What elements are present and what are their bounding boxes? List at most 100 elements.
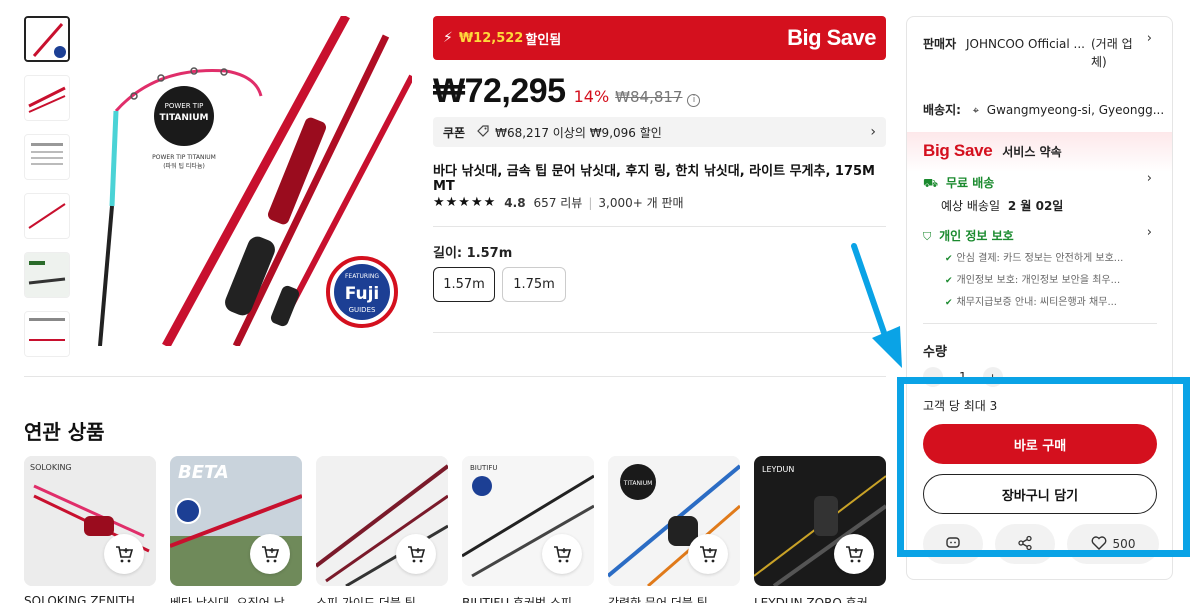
eta-row: 예상 배송일 2 월 02일 bbox=[941, 197, 1063, 214]
big-save-promise-text: 서비스 약속 bbox=[1002, 145, 1062, 159]
promo-saved-amount: ₩12,522 bbox=[458, 30, 524, 46]
original-price: ₩84,817 bbox=[615, 88, 683, 106]
thumbnail-4[interactable] bbox=[24, 193, 70, 239]
coupon-text: ₩68,217 이상의 ₩9,096 할인 bbox=[495, 125, 662, 140]
privacy-row[interactable]: ⛉ 개인 정보 보호 bbox=[923, 227, 1014, 244]
related-product-label[interactable]: 베타 낚싯대, 오징어 낚... bbox=[170, 594, 302, 603]
check-icon: ✔ bbox=[945, 298, 953, 308]
check-icon: ✔ bbox=[945, 276, 953, 286]
tag-icon bbox=[477, 124, 489, 140]
coupon-row[interactable]: 쿠폰 ₩68,217 이상의 ₩9,096 할인 › bbox=[433, 117, 886, 147]
big-save-banner: ⚡ ₩12,522 할인됨 Big Save bbox=[433, 16, 886, 60]
thumbnail-3[interactable] bbox=[24, 134, 70, 180]
related-product-label[interactable]: 강력한 문어 더블 팁 ... bbox=[608, 594, 740, 603]
annotation-arrow bbox=[851, 243, 902, 368]
privacy-item: ✔ 개인정보 보호: 개인정보 보안을 최우... bbox=[945, 275, 1121, 286]
length-option-label: 길이: 1.57m bbox=[433, 246, 513, 261]
related-product-label[interactable]: 스피 가이드 더블 팁 ... bbox=[316, 594, 448, 603]
location-pin-icon: ⌖ bbox=[972, 104, 979, 117]
free-shipping-label: 무료 배송 bbox=[945, 176, 995, 190]
divider bbox=[433, 226, 886, 227]
chevron-right-icon[interactable]: › bbox=[1147, 225, 1152, 240]
sold-count: 3,000+ 개 판매 bbox=[598, 196, 684, 210]
privacy-item: ✔ 안심 결제: 카드 정보는 안전하게 보호... bbox=[945, 253, 1124, 264]
thumbnail-list bbox=[24, 16, 71, 370]
chevron-right-icon: › bbox=[870, 124, 876, 140]
rating-value: 4.8 bbox=[504, 195, 526, 210]
current-price: ₩72,295 bbox=[433, 72, 566, 110]
svg-text:BIUTIFU: BIUTIFU bbox=[470, 464, 497, 472]
rating-row[interactable]: ★★★★★ 4.8 657 리뷰 | 3,000+ 개 판매 bbox=[433, 194, 684, 211]
free-shipping-row[interactable]: ⛟ 무료 배송 bbox=[923, 174, 994, 192]
divider bbox=[923, 323, 1157, 324]
promo-saved-text: 할인됨 bbox=[525, 32, 562, 48]
related-product-card[interactable]: BIUTIFU bbox=[462, 456, 594, 586]
svg-text:POWER TIP TITANIUM: POWER TIP TITANIUM bbox=[152, 154, 216, 161]
svg-text:LEYDUN: LEYDUN bbox=[762, 465, 794, 474]
chevron-right-icon[interactable]: › bbox=[1147, 171, 1152, 186]
check-icon: ✔ bbox=[945, 254, 953, 264]
coupon-label: 쿠폰 bbox=[443, 125, 466, 140]
thumbnail-2[interactable] bbox=[24, 75, 70, 121]
related-product-card[interactable]: TITANIUM bbox=[608, 456, 740, 586]
svg-text:BETA: BETA bbox=[178, 462, 229, 483]
related-product-label[interactable]: BIUTIFU 후커법 스피... bbox=[462, 594, 594, 603]
related-products-title: 연관 상품 bbox=[24, 420, 105, 444]
ship-label: 배송지: bbox=[923, 103, 961, 117]
shield-icon: ⛉ bbox=[923, 230, 932, 243]
privacy-label: 개인 정보 보호 bbox=[939, 229, 1014, 243]
big-save-logo: Big Save bbox=[787, 25, 876, 50]
thumbnail-5[interactable] bbox=[24, 252, 70, 298]
thumbnail-1[interactable] bbox=[24, 16, 70, 62]
price-row: ₩72,295 14% ₩84,817 i bbox=[433, 72, 701, 112]
add-to-cart-icon[interactable] bbox=[396, 534, 436, 574]
ship-location: Gwangmyeong-si, Gyeongg... bbox=[986, 103, 1165, 117]
separator: | bbox=[588, 195, 593, 210]
seller-name[interactable]: JOHNCOO Official ... bbox=[966, 37, 1085, 51]
svg-text:(파워 팁 티타늄): (파워 팁 티타늄) bbox=[163, 162, 205, 170]
related-product-label[interactable]: LEYDUN ZORO 후커... bbox=[754, 594, 886, 603]
related-product-card[interactable]: SOLOKING bbox=[24, 456, 156, 586]
seller-label: 판매자 bbox=[923, 37, 957, 51]
privacy-item: ✔ 채무지급보증 안내: 씨티은행과 채무... bbox=[945, 297, 1117, 308]
svg-text:TITANIUM: TITANIUM bbox=[623, 480, 653, 487]
add-to-cart-icon[interactable] bbox=[542, 534, 582, 574]
svg-text:GUIDES: GUIDES bbox=[349, 306, 376, 314]
review-count[interactable]: 657 리뷰 bbox=[534, 194, 583, 211]
thumbnail-6[interactable] bbox=[24, 311, 70, 357]
divider bbox=[433, 332, 886, 333]
star-rating-icon: ★★★★★ bbox=[433, 195, 497, 210]
product-title: 바다 낚싯대, 금속 팁 문어 낚싯대, 후지 링, 한치 낚싯대, 라이트 무… bbox=[433, 164, 875, 194]
eta-prefix: 예상 배송일 bbox=[941, 199, 1001, 213]
lightning-icon: ⚡ bbox=[443, 30, 453, 46]
info-icon[interactable]: i bbox=[687, 94, 701, 107]
chevron-right-icon[interactable]: › bbox=[1147, 31, 1152, 46]
discount-percent: 14% bbox=[573, 87, 610, 106]
svg-text:POWER TIP: POWER TIP bbox=[165, 102, 204, 110]
related-product-card[interactable]: LEYDUN bbox=[754, 456, 886, 586]
main-product-image[interactable]: BETA POWER TIP TITANIUM POWER TIP TITANI… bbox=[86, 16, 412, 346]
add-to-cart-icon[interactable] bbox=[834, 534, 874, 574]
svg-text:FEATURING: FEATURING bbox=[345, 273, 379, 280]
quantity-label: 수량 bbox=[923, 345, 947, 360]
option-1-75m[interactable]: 1.75m bbox=[502, 267, 566, 302]
svg-text:SOLOKING: SOLOKING bbox=[30, 463, 72, 472]
add-to-cart-icon[interactable] bbox=[250, 534, 290, 574]
related-product-card[interactable]: BETA bbox=[170, 456, 302, 586]
annotation-highlight-box bbox=[897, 377, 1190, 557]
seller-type: (거래 업체) bbox=[1091, 37, 1133, 69]
option-1-57m[interactable]: 1.57m bbox=[433, 267, 495, 302]
divider bbox=[24, 376, 886, 377]
shipping-row[interactable]: 배송지: ⌖ Gwangmyeong-si, Gyeongg... bbox=[923, 101, 1164, 118]
related-product-card[interactable] bbox=[316, 456, 448, 586]
big-save-promise: Big Save 서비스 약속 bbox=[923, 141, 1062, 161]
truck-icon: ⛟ bbox=[923, 176, 939, 190]
related-product-label[interactable]: SOLOKING ZENITH... bbox=[24, 594, 156, 603]
svg-text:TITANIUM: TITANIUM bbox=[159, 113, 208, 123]
add-to-cart-icon[interactable] bbox=[688, 534, 728, 574]
add-to-cart-icon[interactable] bbox=[104, 534, 144, 574]
eta-date: 2 월 02일 bbox=[1007, 199, 1064, 213]
seller-row[interactable]: 판매자 JOHNCOO Official ... bbox=[923, 35, 1085, 52]
svg-text:Fuji: Fuji bbox=[345, 284, 380, 304]
big-save-logo: Big Save bbox=[923, 141, 993, 160]
